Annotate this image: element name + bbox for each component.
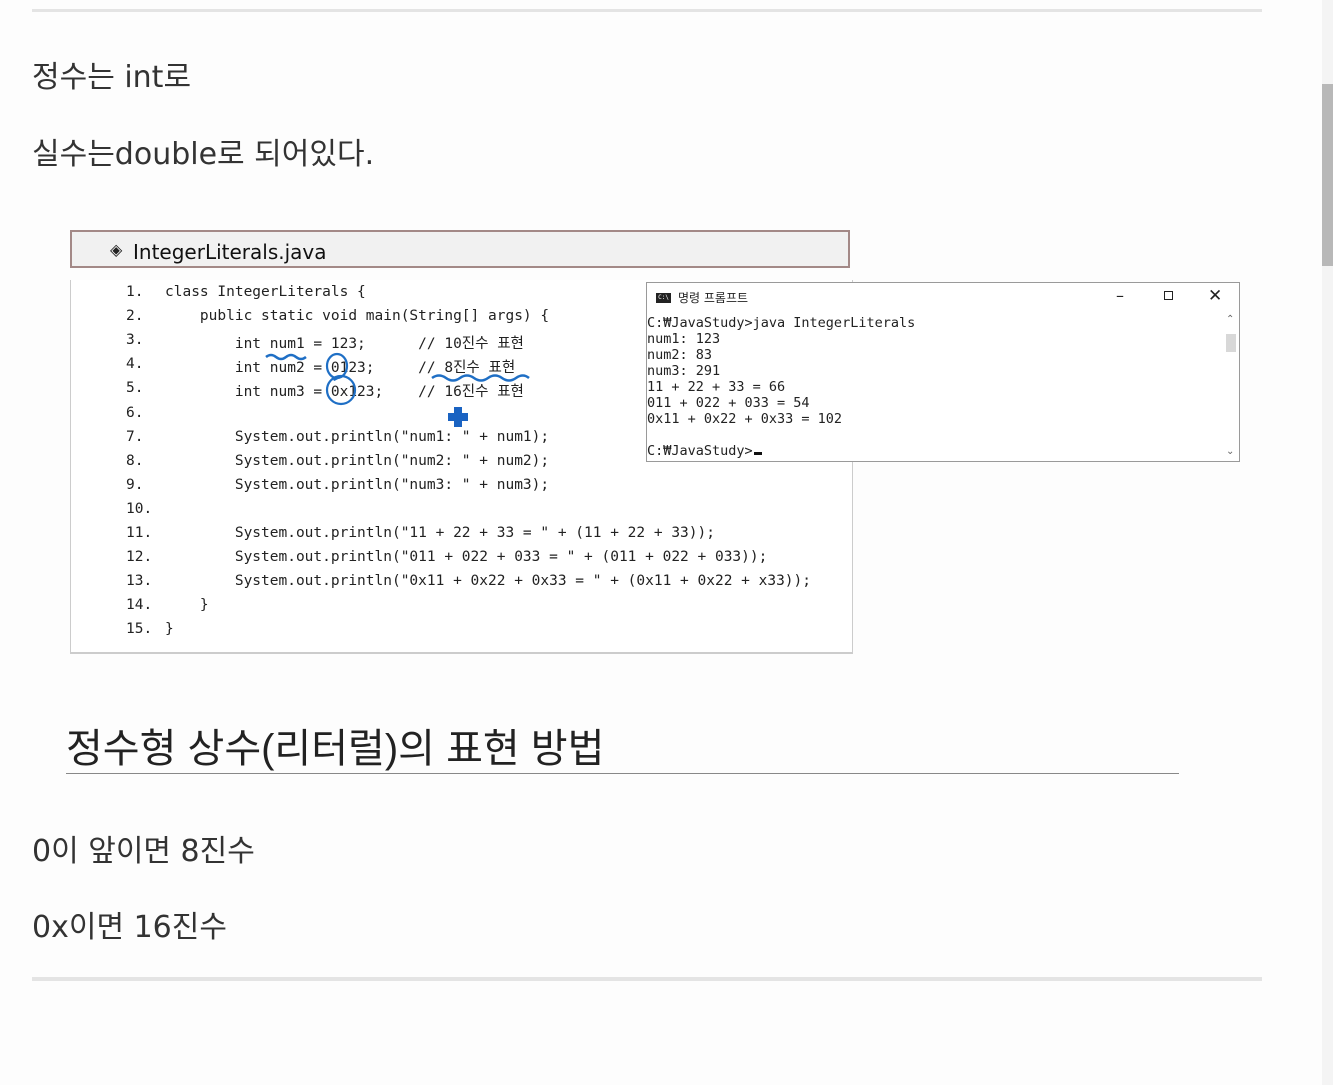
line-number: 13.	[126, 573, 153, 590]
text-cursor	[753, 452, 762, 455]
code-text: class IntegerLiterals {	[165, 284, 366, 300]
code-line: 11. System.out.println("11 + 22 + 33 = "…	[71, 525, 851, 549]
code-line: 9. System.out.println("num3: " + num3);	[71, 477, 851, 501]
console-output[interactable]: C:₩JavaStudy>java IntegerLiterals num1: 1…	[647, 313, 1223, 461]
window-title: 명령 프롬프트	[678, 291, 749, 305]
window-title-bar[interactable]: C:\ 명령 프롬프트 – ✕	[647, 283, 1239, 313]
page-scroll-thumb[interactable]	[1322, 84, 1333, 266]
paragraph-double: 실수는double로 되어있다.	[32, 137, 375, 172]
paragraph-int: 정수는 int로	[32, 60, 192, 95]
file-title-bar: ◈ IntegerLiterals.java	[70, 230, 850, 268]
console-line: num3: 291	[647, 363, 720, 379]
code-text: }	[165, 621, 174, 638]
scroll-thumb[interactable]	[1226, 334, 1236, 352]
console-line-text: 11 + 22 + 33 = 66	[647, 379, 786, 395]
console-line-text: 0x11 + 0x22 + 0x33 = 102	[647, 411, 843, 427]
console-line-text: num3: 291	[647, 363, 721, 379]
line-number: 9.	[126, 476, 144, 493]
console-line: C:₩JavaStudy>java IntegerLiterals	[647, 315, 915, 331]
line-number: 6.	[126, 404, 144, 421]
heading-underline	[66, 773, 1179, 774]
close-button[interactable]: ✕	[1208, 286, 1222, 306]
line-number: 1.	[126, 284, 144, 300]
line-number: 15.	[126, 621, 153, 638]
console-scrollbar[interactable]: ⌃ ⌄	[1224, 314, 1238, 461]
code-text: int num1 = 123; // 10진수 표현	[165, 336, 524, 353]
line-number: 5.	[126, 380, 144, 397]
line-number: 4.	[126, 356, 144, 373]
code-text: int num2 = 0123; // 8진수 표현	[165, 360, 516, 377]
code-text: System.out.println("11 + 22 + 33 = " + (…	[165, 525, 715, 541]
diamond-icon: ◈	[110, 240, 123, 259]
code-line: 10.	[71, 501, 851, 525]
top-divider	[32, 9, 1262, 12]
console-line-text: num2: 83	[647, 347, 713, 363]
command-prompt-window: C:\ 명령 프롬프트 – ✕ C:₩JavaStudy>java Intege…	[646, 282, 1240, 462]
section-heading: 정수형 상수(리터럴)의 표현 방법	[66, 727, 605, 771]
console-line-text: num1: 123	[647, 331, 721, 347]
code-line: 12. System.out.println("011 + 022 + 033 …	[71, 549, 851, 573]
code-line: 14. }	[71, 597, 851, 621]
console-line-text: C:₩JavaStudy>	[647, 443, 753, 459]
code-text: System.out.println("num3: " + num3);	[165, 476, 550, 493]
console-line-text: 011 + 022 + 033 = 54	[647, 395, 810, 411]
chevron-down-icon[interactable]: ⌄	[1226, 446, 1234, 457]
code-line: 13. System.out.println("0x11 + 0x22 + 0x…	[71, 573, 851, 597]
code-text: int num3 = 0x123; // 16진수 표현	[165, 384, 524, 401]
code-line: 15.}	[71, 621, 851, 645]
terminal-icon: C:\	[656, 293, 671, 303]
console-line: num2: 83	[647, 347, 712, 363]
console-line-text: C:₩JavaStudy>java IntegerLiterals	[647, 315, 916, 331]
line-number: 2.	[126, 308, 144, 325]
line-number: 14.	[126, 597, 153, 614]
code-text: System.out.println("011 + 022 + 033 = " …	[165, 549, 768, 566]
line-number: 8.	[126, 452, 144, 469]
file-name: IntegerLiterals.java	[133, 240, 327, 264]
chevron-up-icon[interactable]: ⌃	[1226, 314, 1234, 325]
minimize-button[interactable]: –	[1116, 286, 1124, 305]
code-text: System.out.println("num2: " + num2);	[165, 452, 550, 469]
console-line: 11 + 22 + 33 = 66	[647, 379, 785, 395]
line-number: 11.	[126, 525, 153, 541]
code-text: }	[165, 597, 209, 614]
maximize-button[interactable]	[1164, 291, 1173, 300]
console-line: 011 + 022 + 033 = 54	[647, 395, 810, 411]
paragraph-hex: 0x이면 16진수	[32, 910, 227, 945]
paragraph-octal: 0이 앞이면 8진수	[32, 834, 255, 869]
code-text: System.out.println("num1: " + num1);	[165, 428, 550, 445]
console-line: 0x11 + 0x22 + 0x33 = 102	[647, 411, 842, 427]
code-text: System.out.println("0x11 + 0x22 + 0x33 =…	[165, 573, 812, 590]
line-number: 12.	[126, 549, 153, 566]
line-number: 7.	[126, 428, 144, 445]
code-text: public static void main(String[] args) {	[165, 308, 550, 325]
line-number: 10.	[126, 500, 153, 517]
console-line: num1: 123	[647, 331, 720, 347]
bottom-divider	[32, 977, 1262, 981]
console-line: C:₩JavaStudy>	[647, 443, 762, 459]
line-number: 3.	[126, 332, 144, 349]
